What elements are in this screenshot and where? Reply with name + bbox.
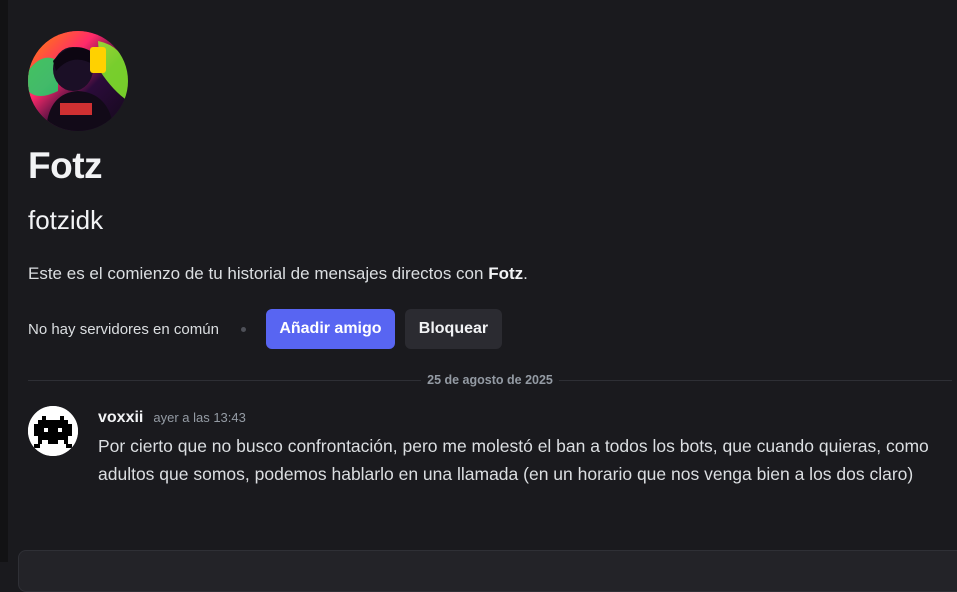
dm-intro-name: Fotz <box>488 264 524 283</box>
message-content: Por cierto que no busco confrontación, p… <box>98 436 929 484</box>
message-author[interactable]: voxxii <box>98 409 143 427</box>
divider-line-right <box>558 379 953 381</box>
message-timestamp[interactable]: ayer a las 13:43 <box>153 410 246 425</box>
divider-line-left <box>28 379 422 381</box>
profile-avatar[interactable] <box>28 31 128 131</box>
dm-intro-suffix: . <box>523 264 528 283</box>
message-avatar[interactable] <box>28 406 78 456</box>
divider-date: 25 de agosto de 2025 <box>427 373 553 387</box>
date-divider: 25 de agosto de 2025 <box>28 370 953 390</box>
dm-intro-text: Este es el comienzo de tu historial de m… <box>28 264 528 284</box>
space-invader-icon <box>28 406 78 456</box>
sidebar-edge <box>0 0 8 562</box>
avatar-photo-icon <box>28 31 128 131</box>
add-friend-button[interactable]: Añadir amigo <box>265 309 395 349</box>
separator-dot <box>240 326 246 332</box>
profile-actions: No hay servidores en común Añadir amigo … <box>28 309 502 349</box>
profile-display-name: Fotz <box>28 145 103 186</box>
block-button[interactable]: Bloquear <box>404 309 502 349</box>
profile-username: fotzidk <box>28 205 104 235</box>
mutual-servers-text: No hay servidores en común <box>28 320 219 338</box>
message-input[interactable] <box>18 550 957 592</box>
message-header: voxxii ayer a las 13:43 <box>98 409 246 427</box>
dm-intro-prefix: Este es el comienzo de tu historial de m… <box>28 264 489 283</box>
